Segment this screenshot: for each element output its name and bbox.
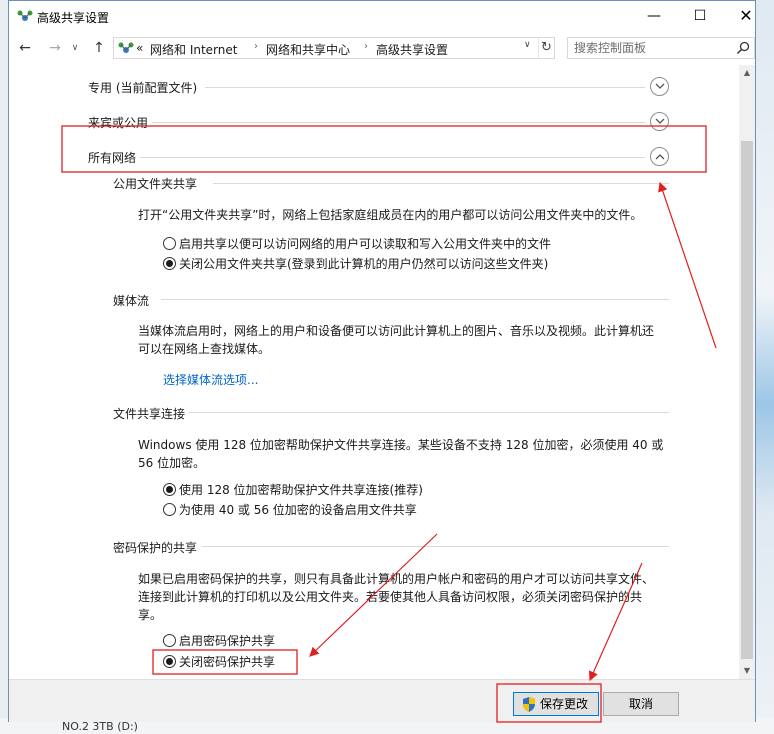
media-description-line2: 可以在网络上查找媒体。 — [138, 342, 271, 356]
password-description-line3: 享。 — [138, 608, 163, 622]
expand-private-button[interactable] — [650, 77, 669, 96]
dialog-footer: 保存更改 取消 — [9, 679, 755, 722]
radio-button-selected[interactable] — [163, 655, 176, 668]
public-folder-disable-option[interactable]: 关闭公用文件夹共享(登录到此计算机的用户仍然可以访问这些文件夹) — [163, 254, 663, 274]
file-sharing-description-line2: 56 位加密。 — [138, 456, 206, 470]
radio-label[interactable]: 使用 128 位加密帮助保护文件共享连接(推荐) — [179, 481, 423, 498]
scroll-up-arrow-icon[interactable]: ▲ — [739, 65, 755, 81]
password-description-line2: 连接到此计算机的打印机以及公用文件夹。若要使其他人具备访问权限，必须关闭密码保护… — [138, 590, 643, 604]
profile-all-networks-label: 所有网络 — [88, 151, 137, 165]
navigation-bar: ← → ∨ ↑ « 网络和 Internet › 网络和共享中心 › 高级共享设… — [9, 31, 755, 65]
breadcrumb-network-sharing-center[interactable]: 网络和共享中心 — [266, 41, 350, 58]
profile-all-networks[interactable]: 所有网络 — [9, 143, 739, 173]
expand-guest-public-button[interactable] — [650, 112, 669, 131]
save-changes-label: 保存更改 — [540, 697, 589, 711]
divider — [205, 87, 645, 88]
recent-locations-button[interactable]: ∨ — [69, 39, 81, 57]
save-changes-button[interactable]: 保存更改 — [513, 692, 599, 716]
vertical-scrollbar[interactable]: ▲ ▼ — [739, 65, 755, 679]
cancel-button[interactable]: 取消 — [603, 692, 679, 716]
divider — [152, 122, 645, 123]
desktop-background — [756, 0, 774, 734]
uac-shield-icon — [523, 697, 535, 712]
radio-label[interactable]: 为使用 40 或 56 位加密的设备启用文件共享 — [179, 501, 417, 518]
back-button[interactable]: ← — [15, 39, 35, 57]
divider — [202, 546, 669, 547]
collapse-all-networks-button[interactable] — [650, 147, 669, 166]
radio-label[interactable]: 关闭密码保护共享 — [179, 653, 275, 670]
divider — [140, 157, 645, 158]
profile-guest-public[interactable]: 来宾或公用 — [9, 108, 739, 138]
radio-button[interactable] — [163, 634, 176, 647]
radio-button[interactable] — [163, 503, 176, 516]
window-title: 高级共享设置 — [37, 11, 110, 25]
radio-label[interactable]: 启用密码保护共享 — [179, 632, 275, 649]
scroll-thumb[interactable] — [741, 141, 753, 659]
address-bar[interactable]: « 网络和 Internet › 网络和共享中心 › 高级共享设置 ∨ ↻ — [113, 37, 555, 59]
advanced-sharing-window: 高级共享设置 — ☐ ✕ ← → ∨ ↑ « 网络和 Internet › 网络… — [8, 0, 756, 722]
up-button[interactable]: ↑ — [89, 39, 109, 57]
radio-label[interactable]: 启用共享以便可以访问网络的用户可以读取和写入公用文件夹中的文件 — [179, 235, 551, 252]
media-options-link[interactable]: 选择媒体流选项... — [163, 371, 258, 388]
public-folder-enable-option[interactable]: 启用共享以便可以访问网络的用户可以读取和写入公用文件夹中的文件 — [163, 234, 663, 254]
breadcrumb-overflow[interactable]: « — [136, 41, 143, 55]
breadcrumb-network-internet[interactable]: 网络和 Internet — [150, 41, 237, 58]
search-box[interactable] — [567, 37, 755, 59]
profile-private-label: 专用 (当前配置文件) — [88, 81, 198, 95]
file-sharing-title: 文件共享连接 — [113, 407, 186, 421]
breadcrumb-separator[interactable]: › — [364, 41, 368, 52]
media-description-line1: 当媒体流启用时，网络上的用户和设备便可以访问此计算机上的图片、音乐以及视频。此计… — [138, 324, 655, 338]
title-bar: 高级共享设置 — ☐ ✕ — [9, 1, 755, 31]
radio-button-selected[interactable] — [163, 257, 176, 270]
public-folder-title: 公用文件夹共享 — [113, 177, 198, 191]
file-sharing-description-line1: Windows 使用 128 位加密帮助保护文件共享连接。某些设备不支持 128… — [138, 438, 664, 452]
network-icon — [17, 10, 33, 21]
network-icon — [118, 42, 134, 53]
refresh-button[interactable]: ↻ — [538, 38, 554, 58]
chevron-down-icon — [655, 118, 665, 124]
divider — [213, 183, 669, 184]
media-title: 媒体流 — [113, 294, 150, 308]
radio-button[interactable] — [163, 237, 176, 250]
radio-button-selected[interactable] — [163, 483, 176, 496]
breadcrumb-advanced-sharing[interactable]: 高级共享设置 — [376, 41, 448, 58]
password-enable-option[interactable]: 启用密码保护共享 — [163, 631, 363, 651]
search-icon[interactable] — [736, 41, 750, 55]
password-description-line1: 如果已启用密码保护的共享，则只有具备此计算机的用户帐户和密码的用户才可以访问共享… — [138, 572, 655, 586]
chevron-down-icon — [655, 83, 665, 89]
radio-label[interactable]: 关闭公用文件夹共享(登录到此计算机的用户仍然可以访问这些文件夹) — [179, 255, 548, 272]
settings-content: 专用 (当前配置文件) 来宾或公用 所有网络 公用文件夹共享 打开“公用文件夹共… — [9, 65, 739, 679]
public-folder-description: 打开“公用文件夹共享”时，网络上包括家庭组成员在内的用户都可以访问公用文件夹中的… — [138, 208, 643, 222]
search-input[interactable] — [574, 40, 734, 56]
maximize-button[interactable]: ☐ — [677, 1, 723, 31]
profile-guest-public-label: 来宾或公用 — [88, 116, 149, 130]
profile-private[interactable]: 专用 (当前配置文件) — [9, 73, 739, 103]
encryption-128-option[interactable]: 使用 128 位加密帮助保护文件共享连接(推荐) — [163, 480, 563, 500]
divider — [189, 412, 669, 413]
scroll-down-arrow-icon[interactable]: ▼ — [739, 663, 755, 679]
breadcrumb-separator[interactable]: › — [254, 41, 258, 52]
password-sharing-title: 密码保护的共享 — [113, 541, 198, 555]
address-dropdown-button[interactable]: ∨ — [524, 40, 536, 50]
minimize-button[interactable]: — — [631, 1, 677, 31]
divider — [161, 299, 669, 300]
chevron-up-icon — [655, 154, 665, 160]
encryption-40-56-option[interactable]: 为使用 40 或 56 位加密的设备启用文件共享 — [163, 500, 563, 520]
forward-button[interactable]: → — [45, 39, 65, 57]
password-disable-option[interactable]: 关闭密码保护共享 — [163, 652, 363, 672]
close-button[interactable]: ✕ — [723, 1, 769, 31]
